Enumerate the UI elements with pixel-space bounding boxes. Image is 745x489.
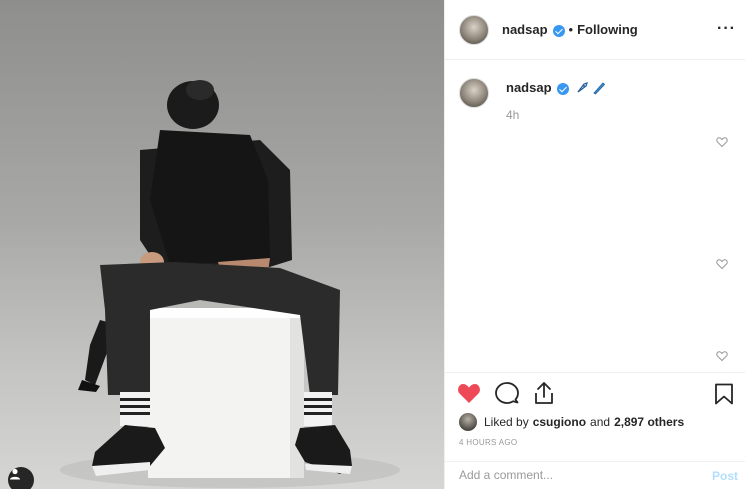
liked-by-and: and (590, 415, 611, 429)
action-section: Liked by csugiono and 2,897 others 4 HOU… (445, 372, 745, 489)
action-bar (457, 381, 555, 405)
save-bookmark-icon[interactable] (714, 383, 734, 405)
comment-icon[interactable] (495, 381, 519, 405)
heart-small-icon[interactable] (716, 136, 728, 148)
post-details-panel: nadsap • Following ··· nadsap 4h Liked b… (444, 0, 745, 489)
liked-by-user[interactable]: csugiono (533, 415, 586, 429)
more-options-icon[interactable]: ··· (717, 20, 736, 38)
verified-icon (556, 82, 569, 95)
header-username[interactable]: nadsap (502, 22, 548, 37)
following-button[interactable]: Following (577, 22, 638, 37)
avatar[interactable] (459, 14, 489, 45)
caption-avatar[interactable] (459, 78, 489, 108)
like-heart-icon[interactable] (457, 382, 481, 404)
caption-username[interactable]: nadsap (506, 80, 552, 95)
heart-small-icon[interactable] (716, 350, 728, 362)
header-separator: • (568, 22, 574, 37)
post-timestamp: 4 HOURS AGO (459, 438, 518, 447)
post-photo[interactable] (0, 0, 444, 489)
liked-by-avatar[interactable] (459, 413, 477, 431)
comments-area: nadsap 4h (445, 60, 745, 372)
user-tag-icon[interactable] (8, 467, 34, 489)
liked-by-row: Liked by csugiono and 2,897 others (459, 413, 688, 431)
verified-icon (552, 24, 565, 37)
comment-bar: Post (445, 461, 745, 489)
post-comment-button[interactable]: Post (712, 469, 738, 483)
heart-small-icon[interactable] (716, 258, 728, 270)
caption: nadsap (459, 78, 606, 108)
share-icon[interactable] (533, 381, 555, 405)
liked-by-prefix: Liked by (484, 415, 529, 429)
liked-by-others[interactable]: 2,897 others (614, 415, 684, 429)
rocket-emoji (576, 81, 588, 93)
caption-time: 4h (506, 108, 520, 122)
surfboard-emoji (592, 81, 605, 95)
comment-input[interactable] (459, 468, 689, 482)
photo-illustration (60, 80, 400, 488)
post-header: nadsap • Following ··· (445, 0, 745, 60)
